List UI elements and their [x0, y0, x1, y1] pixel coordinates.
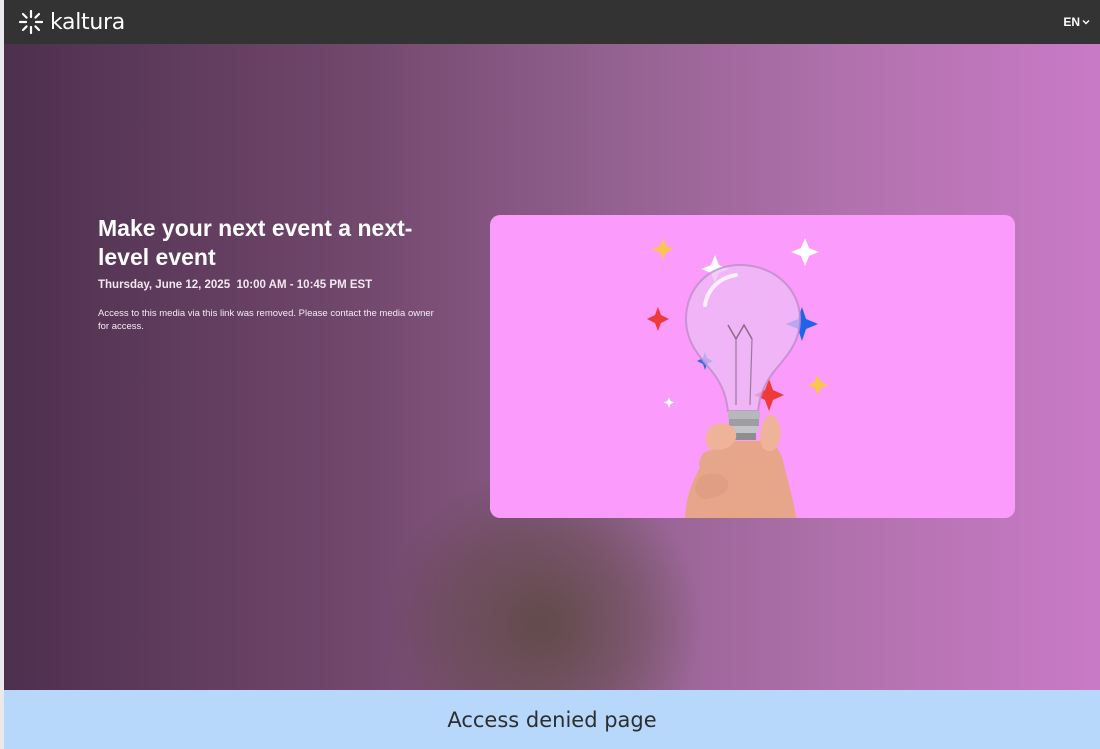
page: kaltura EN Make your next event a next-l… — [4, 0, 1100, 749]
page-caption: Access denied page — [4, 690, 1100, 749]
kaltura-sparkle-icon — [18, 9, 44, 35]
language-selector[interactable]: EN — [1063, 15, 1090, 29]
lightbulb — [684, 263, 802, 440]
access-message: Access to this media via this link was r… — [98, 308, 434, 332]
language-label: EN — [1063, 15, 1080, 29]
event-datetime: Thursday, June 12, 2025 10:00 AM - 10:45… — [98, 279, 448, 291]
event-hero: Make your next event a next-level event … — [4, 44, 1100, 690]
event-time: 10:00 AM - 10:45 PM EST — [236, 279, 373, 291]
kaltura-logo[interactable]: kaltura — [18, 9, 125, 35]
event-date: Thursday, June 12, 2025 — [98, 279, 231, 291]
event-info: Make your next event a next-level event … — [98, 214, 448, 333]
top-bar: kaltura EN — [4, 0, 1100, 44]
logo-text: kaltura — [50, 9, 125, 35]
chevron-down-icon — [1082, 20, 1090, 25]
event-thumbnail — [490, 215, 1015, 518]
event-title: Make your next event a next-level event — [98, 215, 413, 270]
lightbulb-in-hand-image — [647, 238, 828, 518]
